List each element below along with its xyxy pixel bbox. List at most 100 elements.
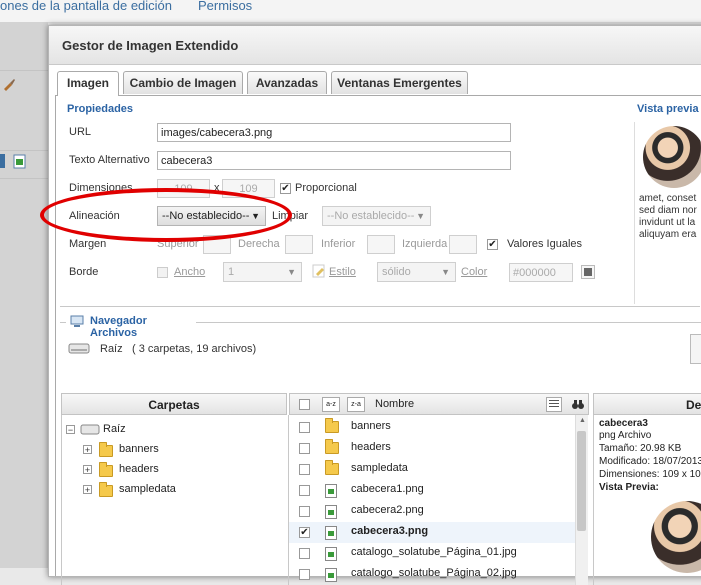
tree-root[interactable]: Raíz [103,423,126,435]
background-menu-bar: ones de la pantalla de edición Permisos [0,0,701,23]
dialog-title-bar[interactable]: Gestor de Imagen Extendido [49,26,701,65]
expand-icon[interactable]: + [83,485,92,495]
scroll-up-icon[interactable]: ▲ [579,417,586,424]
file-name: cabecera1.png [351,483,424,495]
row-checkbox[interactable] [299,443,310,454]
properties-title: Propiedades [67,103,134,115]
row-checkbox[interactable] [299,464,310,475]
color-picker-icon[interactable] [581,265,595,279]
image-manager-dialog: Gestor de Imagen Extendido Imagen Cambio… [48,25,701,585]
tree-item-headers[interactable]: headers [119,463,159,475]
folder-icon [325,439,339,454]
properties-bottom-border [60,306,700,307]
details-dimensions: Dimensiones: 109 x 109 [599,469,701,480]
border-width-value: 1 [228,266,235,278]
collapse-icon[interactable]: − [66,425,75,435]
row-checkbox[interactable]: ✔ [299,527,310,538]
tree-item-banners[interactable]: banners [119,443,159,455]
scrollbar-thumb[interactable] [577,431,586,531]
current-path[interactable]: Raíz [100,343,123,355]
annotation-ellipse [40,188,292,242]
details-header: Det [593,393,701,415]
details-size: Tamaño: 20.98 KB [599,443,682,454]
folder-icon [325,460,339,475]
list-item[interactable]: catalogo_solatube_Página_02.jpg [289,564,579,585]
tab-imagen[interactable]: Imagen [57,71,119,96]
border-width-label: Ancho [174,266,206,278]
url-input[interactable]: images/cabecera3.png [157,123,511,142]
background-sidebar [0,22,48,568]
background-menu-item-permissions[interactable]: Permisos [198,0,252,13]
tab-strip: Imagen Cambio de Imagen Avanzadas Ventan… [55,71,701,96]
list-item[interactable]: banners [289,417,579,438]
name-header-label[interactable]: Nombre [375,398,414,410]
row-checkbox[interactable] [299,548,310,559]
files-header: a-z z-a Nombre [289,393,589,415]
details-preview-image [651,501,701,573]
select-all-checkbox[interactable] [299,399,310,410]
folder-summary: ( 3 carpetas, 19 archivos) [132,343,257,355]
folder-tree: − Raíz + banners + headers + sampledata [61,415,289,585]
clear-select-value: --No establecido-- [327,210,415,222]
document-icon[interactable] [13,154,26,169]
list-item[interactable]: headers [289,438,579,459]
binoculars-icon[interactable] [570,397,586,412]
proportional-checkbox[interactable]: ✔ [280,183,291,194]
list-item[interactable]: cabecera2.png [289,501,579,522]
file-list-scrollbar[interactable]: ▲ [575,415,588,585]
list-item[interactable]: cabecera1.png [289,480,579,501]
alt-text-input[interactable]: cabecera3 [157,151,511,170]
margin-bottom-label: Inferior [321,238,356,250]
border-width-select[interactable]: 1 ▼ [223,262,302,282]
sort-az-icon[interactable]: a-z [322,397,340,412]
tree-item-sampledata[interactable]: sampledata [119,483,176,495]
row-checkbox[interactable] [299,569,310,580]
dialog-title: Gestor de Imagen Extendido [62,38,239,53]
background-menu-item-screen-options[interactable]: ones de la pantalla de edición [0,0,172,13]
brush-icon[interactable] [2,77,16,91]
toolbar-icon[interactable] [0,154,5,168]
row-checkbox[interactable] [299,422,310,433]
file-name: catalogo_solatube_Página_01.jpg [351,546,517,558]
margin-label: Margen [69,238,107,250]
folder-icon [99,482,113,497]
list-item[interactable]: sampledata [289,459,579,480]
view-toggle-icon[interactable] [690,334,701,364]
border-style-value: sólido [382,266,411,278]
tab-cambio-de-imagen[interactable]: Cambio de Imagen [123,71,243,94]
list-view-icon[interactable] [546,397,562,412]
preview-text-line: amet, conset [639,193,697,204]
border-style-select[interactable]: sólido ▼ [377,262,456,282]
expand-icon[interactable]: + [83,445,92,455]
equal-values-checkbox[interactable]: ✔ [487,239,498,250]
chevron-down-icon: ▼ [416,211,425,221]
list-item-selected[interactable]: ✔ cabecera3.png [289,522,579,543]
drive-icon [68,340,90,354]
expand-icon[interactable]: + [83,465,92,475]
folder-icon [99,462,113,477]
file-name: banners [351,420,391,432]
row-checkbox[interactable] [299,485,310,496]
image-file-icon [325,547,337,561]
row-checkbox[interactable] [299,506,310,517]
preview-text-line: sed diam nor [639,205,697,216]
margin-right-input[interactable] [285,235,313,254]
sort-za-icon[interactable]: z-a [347,397,365,412]
file-browser-icon [70,315,84,328]
details-preview-label: Vista Previa: [599,482,659,493]
browser-legend: Navegador Archivos [66,314,196,339]
image-file-icon [325,526,337,540]
drive-icon [80,422,100,435]
margin-bottom-input[interactable] [367,235,395,254]
list-item[interactable]: catalogo_solatube_Página_01.jpg [289,543,579,564]
border-style-label: Estilo [329,266,356,278]
details-name: cabecera3 [599,418,648,429]
margin-left-input[interactable] [449,235,477,254]
tab-ventanas-emergentes[interactable]: Ventanas Emergentes [331,71,468,94]
tab-avanzadas[interactable]: Avanzadas [247,71,327,94]
clear-select[interactable]: --No establecido-- ▼ [322,206,431,226]
border-checkbox[interactable] [157,267,168,278]
border-color-input[interactable]: #000000 [509,263,573,282]
proportional-label: Proporcional [295,182,357,194]
preview-title: Vista previa [637,103,699,115]
